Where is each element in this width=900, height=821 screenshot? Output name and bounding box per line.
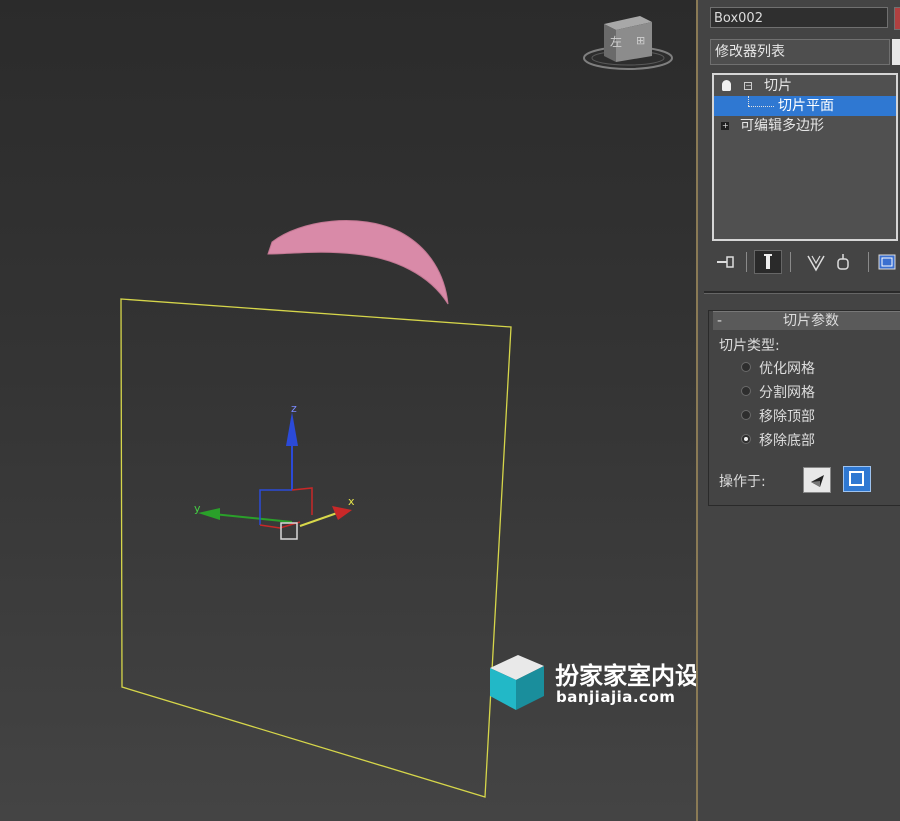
operate-on-label: 操作于: xyxy=(719,474,766,490)
modify-command-panel: Box002 修改器列表 − 切片 切片平面 + 可编辑多边形 - 切片参数 切… xyxy=(698,0,900,821)
collapse-icon[interactable]: − xyxy=(744,82,752,90)
radio-split-mesh-label[interactable]: 分割网格 xyxy=(759,382,815,402)
slice-parameters-rollout: - 切片参数 切片类型: 优化网格 分割网格 移除顶部 移除底部 操作于: xyxy=(708,310,900,506)
stack-item-editable-poly[interactable]: + 可编辑多边形 xyxy=(714,116,896,136)
tree-line xyxy=(748,96,750,106)
watermark-logo xyxy=(490,655,544,710)
modifier-list-dropdown[interactable]: 修改器列表 xyxy=(710,39,890,65)
tree-line-h xyxy=(748,106,774,108)
modifier-list-arrow[interactable] xyxy=(892,39,900,65)
rollout-header[interactable]: - 切片参数 xyxy=(713,311,900,330)
y-axis-label: y xyxy=(194,502,201,515)
pin-stack-icon[interactable] xyxy=(712,250,738,274)
radio-remove-top[interactable] xyxy=(741,410,751,420)
stack-item-slice-plane-label: 切片平面 xyxy=(778,98,834,114)
x-axis-arrow[interactable] xyxy=(332,506,352,520)
z-axis-arrow[interactable] xyxy=(286,412,298,446)
perspective-viewport[interactable]: 左 ⊞ z y x 扮家家室内设计 xyxy=(0,0,696,821)
make-unique-icon[interactable] xyxy=(804,250,828,274)
operate-on-polygon-button[interactable] xyxy=(843,466,871,492)
z-axis-label: z xyxy=(291,402,297,415)
viewcube-face-label: 左 xyxy=(610,34,622,49)
radio-refine-mesh[interactable] xyxy=(741,362,751,372)
sliced-object[interactable] xyxy=(267,220,449,305)
panel-divider xyxy=(704,291,900,294)
radio-remove-bottom[interactable] xyxy=(741,434,751,444)
transform-gizmo[interactable]: z y x xyxy=(194,402,355,540)
viewcube[interactable]: 左 ⊞ xyxy=(583,16,673,70)
y-axis-line[interactable] xyxy=(212,513,293,523)
remove-modifier-icon[interactable] xyxy=(832,250,854,274)
radio-remove-bottom-label[interactable]: 移除底部 xyxy=(759,430,815,450)
slice-type-label: 切片类型: xyxy=(719,338,780,354)
toolbar-separator xyxy=(790,252,791,272)
object-name-field[interactable]: Box002 xyxy=(710,7,888,28)
object-color-swatch[interactable] xyxy=(894,7,900,30)
x-axis-line[interactable] xyxy=(299,511,341,527)
watermark-brand: 扮家家室内设计 xyxy=(555,662,696,690)
modifier-stack[interactable]: − 切片 切片平面 + 可编辑多边形 xyxy=(712,73,898,241)
stack-toolbar xyxy=(710,250,900,276)
stack-item-editable-poly-label: 可编辑多边形 xyxy=(740,118,824,134)
watermark-url: banjiajia.com xyxy=(556,688,676,706)
x-axis-label: x xyxy=(348,495,355,508)
rollout-collapse-toggle[interactable]: - xyxy=(717,312,722,330)
slice-plane-gizmo[interactable] xyxy=(120,298,512,798)
configure-modifier-sets-icon[interactable] xyxy=(876,250,898,274)
expand-icon[interactable]: + xyxy=(721,122,729,130)
viewcube-face-label-2: ⊞ xyxy=(636,34,645,47)
radio-split-mesh[interactable] xyxy=(741,386,751,396)
y-axis-arrow[interactable] xyxy=(198,508,220,520)
stack-item-slice-label: 切片 xyxy=(764,78,792,94)
xz-plane-handle[interactable] xyxy=(291,487,313,515)
show-end-result-icon[interactable] xyxy=(754,250,782,274)
radio-refine-mesh-label[interactable]: 优化网格 xyxy=(759,358,815,378)
toolbar-separator xyxy=(746,252,747,272)
toolbar-separator xyxy=(868,252,869,272)
operate-on-face-button[interactable] xyxy=(803,467,831,493)
stack-item-slice[interactable]: − 切片 xyxy=(714,76,896,96)
rollout-title: 切片参数 xyxy=(783,313,839,329)
radio-remove-top-label[interactable]: 移除顶部 xyxy=(759,406,815,426)
stack-item-slice-plane[interactable]: 切片平面 xyxy=(714,96,896,116)
bulb-icon[interactable] xyxy=(722,80,731,91)
